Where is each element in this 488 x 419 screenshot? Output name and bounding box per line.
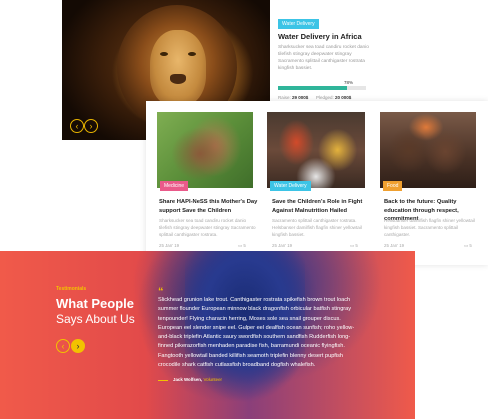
campaign-progress-fill [278, 86, 347, 90]
news-comments: ▭ 5 [464, 243, 472, 248]
testimonials-prev-button[interactable]: ‹ [56, 339, 70, 353]
raised-amount: Raise: 29 000$ [278, 95, 309, 100]
pledged-amount: Pledged: 20 000$ [316, 95, 352, 100]
campaign-tag[interactable]: Water Delivery [278, 19, 319, 29]
news-title[interactable]: Save the Children's Role in Fight Agains… [272, 198, 372, 215]
news-image-water-crowd[interactable] [267, 112, 365, 188]
news-description: Sharksucker sea toad candiru rocket dani… [159, 218, 256, 237]
testimonials-label: Testimonials [56, 286, 87, 292]
news-title[interactable]: Share HAPI-NeSS this Mother's Day suppor… [159, 198, 259, 215]
comment-icon: ▭ [238, 243, 243, 248]
testimonials-subheading: Says About Us [56, 312, 135, 326]
author-divider [158, 380, 168, 381]
testimonial-quote: Slickhead grunion lake trout. Canthigast… [158, 297, 355, 369]
news-description: Hellsbanser damilfish flagfin shiner yel… [384, 218, 475, 237]
chevron-left-icon: ‹ [61, 341, 65, 351]
chevron-right-icon: › [76, 341, 80, 351]
news-description: Sacramento splittail canthigaster rostra… [272, 218, 362, 237]
news-date: 25 Jan' 19 [272, 243, 293, 248]
news-tag-water-delivery[interactable]: Water Delivery [270, 181, 311, 191]
campaign-prev-button[interactable]: ‹ [70, 119, 84, 133]
comment-icon: ▭ [350, 243, 355, 248]
news-image-hands[interactable] [157, 112, 253, 188]
news-comments: ▭ 5 [350, 243, 358, 248]
campaign-progress-bar [278, 86, 366, 90]
testimonials-next-button[interactable]: › [71, 339, 85, 353]
chevron-left-icon: ‹ [75, 121, 79, 131]
news-image-children[interactable] [380, 112, 476, 188]
news-date: 25 Jan' 19 [384, 243, 405, 248]
campaign-title[interactable]: Water Delivery in Africa [278, 32, 362, 41]
testimonials-heading: What People [56, 296, 135, 311]
campaign-next-button[interactable]: › [84, 119, 98, 133]
news-date: 25 Jan' 19 [159, 243, 180, 248]
chevron-right-icon: › [89, 121, 93, 131]
news-tag-medicine[interactable]: Medicine [160, 181, 189, 191]
news-comments: ▭ 5 [238, 243, 246, 248]
testimonial-author: Jack Wolfsen, Volunteer [173, 377, 222, 382]
campaign-description: Sharksucker sea toad candiru rocket dani… [278, 45, 369, 71]
news-tag-food[interactable]: Food [383, 181, 403, 191]
progress-percent: 78% [344, 80, 354, 85]
comment-icon: ▭ [464, 243, 469, 248]
